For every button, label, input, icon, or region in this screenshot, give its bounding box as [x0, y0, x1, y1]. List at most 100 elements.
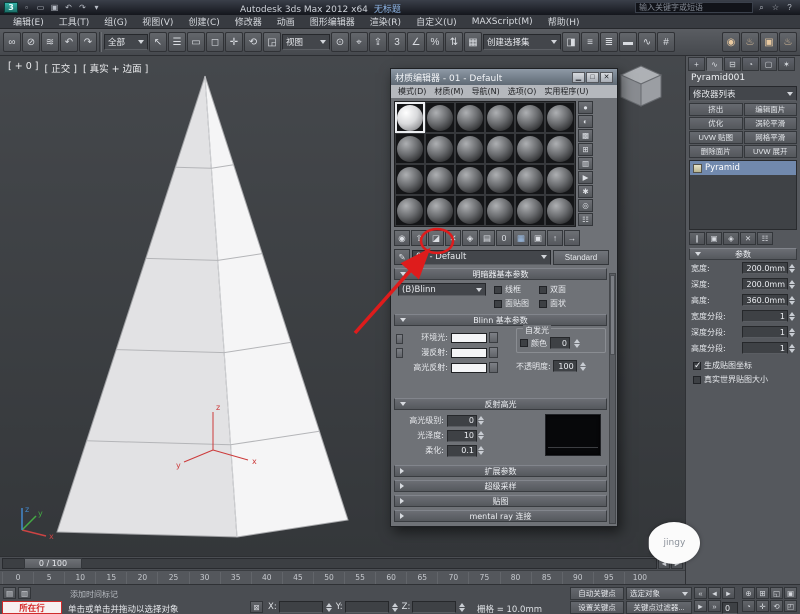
parameter-field[interactable]: 200.0mm: [742, 262, 788, 274]
rollout-header-collapsed[interactable]: 超级采样: [394, 480, 607, 492]
material-editor-menu-item[interactable]: 选项(O): [504, 85, 541, 98]
pick-material-from-object-icon[interactable]: ✎: [394, 249, 410, 265]
rectangular-selection-region-icon[interactable]: ▭: [187, 32, 205, 52]
snaps-toggle-icon[interactable]: 3: [388, 32, 406, 52]
specular-field[interactable]: 10: [447, 430, 477, 442]
spinner[interactable]: [789, 328, 795, 337]
make-preview-icon[interactable]: ▶: [578, 171, 593, 184]
unlink-selection-icon[interactable]: ⊘: [22, 32, 40, 52]
time-slider-handle[interactable]: 0 / 100: [24, 558, 82, 569]
rollout-header-specular-highlights[interactable]: 反射高光: [394, 398, 607, 410]
material-slot[interactable]: [515, 164, 545, 195]
sample-uv-tiling-icon[interactable]: ⊞: [578, 143, 593, 156]
specular-field[interactable]: 0: [447, 415, 477, 427]
parameter-field[interactable]: 200.0mm: [742, 278, 788, 290]
orbit-icon[interactable]: ⟲: [770, 600, 783, 612]
material-slot[interactable]: [455, 133, 485, 164]
spinner[interactable]: [789, 344, 795, 353]
go-to-parent-icon[interactable]: ↑: [547, 230, 563, 246]
material-slot[interactable]: [545, 164, 575, 195]
zoom-icon[interactable]: ⊕: [742, 587, 755, 599]
material-slot[interactable]: [425, 195, 455, 226]
spinner[interactable]: [789, 296, 795, 305]
track-bar[interactable]: 0510152025303540455055606570758085909510…: [0, 570, 685, 584]
rollout-header-collapsed[interactable]: mental ray 连接: [394, 510, 607, 522]
material-slot[interactable]: [395, 164, 425, 195]
configure-modifier-sets-icon[interactable]: ☷: [757, 232, 773, 245]
spinner[interactable]: [789, 264, 795, 273]
zoom-all-icon[interactable]: ⊞: [756, 587, 769, 599]
coordinate-input[interactable]: [412, 601, 456, 613]
modifier-button[interactable]: 删除面片: [689, 145, 743, 158]
rollout-header-parameters[interactable]: 参数: [689, 248, 797, 260]
search-icon[interactable]: ⌕: [755, 2, 768, 14]
keyboard-shortcut-override-icon[interactable]: ⇪: [369, 32, 387, 52]
material-slot[interactable]: [455, 164, 485, 195]
redo-icon[interactable]: ↷: [79, 32, 97, 52]
map-shortcut-button[interactable]: [489, 347, 498, 358]
map-shortcut-button[interactable]: [489, 332, 498, 343]
select-and-move-icon[interactable]: ✛: [225, 32, 243, 52]
select-and-scale-icon[interactable]: ◲: [263, 32, 281, 52]
material-id-channel-icon[interactable]: 0: [496, 230, 512, 246]
material-slot[interactable]: [485, 102, 515, 133]
menu-item[interactable]: 帮助(H): [541, 15, 587, 29]
material-editor-menu-item[interactable]: 材质(M): [430, 85, 467, 98]
spinner[interactable]: [789, 312, 795, 321]
go-to-start-icon[interactable]: «: [694, 587, 707, 599]
pan-icon[interactable]: ✛: [756, 600, 769, 612]
material-slot[interactable]: [545, 133, 575, 164]
menu-item[interactable]: 动画: [270, 15, 302, 29]
select-and-rotate-icon[interactable]: ⟲: [244, 32, 262, 52]
mirror-icon[interactable]: ◨: [562, 32, 580, 52]
tab-modify[interactable]: ∿: [706, 57, 723, 71]
backlight-icon[interactable]: ◐: [578, 115, 593, 128]
show-end-result-stack-icon[interactable]: ▣: [706, 232, 722, 245]
rollout-header-collapsed[interactable]: 贴图: [394, 495, 607, 507]
viewport-label[interactable]: [ + 0 ][ 正交 ][ 真实 + 边面 ]: [8, 61, 148, 75]
key-filters-button[interactable]: 关键点过滤器...: [626, 601, 692, 614]
remove-modifier-icon[interactable]: ✕: [740, 232, 756, 245]
modifier-button[interactable]: 涡轮平滑: [744, 117, 798, 130]
rollout-header-shader-basic[interactable]: 明暗器基本参数: [394, 268, 607, 280]
shader-option-checkbox[interactable]: 面状: [539, 298, 566, 309]
go-forward-to-sibling-icon[interactable]: →: [564, 230, 580, 246]
modifier-button[interactable]: 编辑面片: [744, 103, 798, 116]
background-icon[interactable]: ▩: [578, 129, 593, 142]
bind-to-space-warp-icon[interactable]: ≋: [41, 32, 59, 52]
angle-snap-icon[interactable]: ∠: [407, 32, 425, 52]
modifier-button[interactable]: UVW 贴图: [689, 131, 743, 144]
parameter-checkbox[interactable]: 真实世界贴图大小: [693, 374, 793, 385]
material-slot[interactable]: [395, 195, 425, 226]
material-slot[interactable]: [515, 102, 545, 133]
modifier-list-dropdown[interactable]: 修改器列表: [689, 86, 797, 101]
menu-item[interactable]: 编辑(E): [6, 15, 51, 29]
material-slot[interactable]: [425, 133, 455, 164]
menu-item[interactable]: 组(G): [97, 15, 134, 29]
material-slot[interactable]: [515, 133, 545, 164]
show-end-result-icon[interactable]: ▣: [530, 230, 546, 246]
material-slot[interactable]: [485, 133, 515, 164]
spinner[interactable]: [478, 416, 484, 425]
window-crossing-icon[interactable]: ◻: [206, 32, 224, 52]
opacity-field[interactable]: 100: [553, 360, 577, 372]
auto-key-button[interactable]: 自动关键点: [570, 587, 624, 600]
menu-item[interactable]: 视图(V): [135, 15, 180, 29]
menu-item[interactable]: 工具(T): [52, 15, 97, 29]
add-time-tag[interactable]: 添加时间标记: [70, 589, 118, 600]
pin-stack-icon[interactable]: ∥: [689, 232, 705, 245]
coordinate-input[interactable]: [279, 601, 323, 613]
reference-coordinate-dropdown[interactable]: 视图: [282, 34, 330, 50]
align-icon[interactable]: ≡: [581, 32, 599, 52]
tab-create[interactable]: +: [688, 57, 705, 71]
color-swatch[interactable]: [451, 333, 487, 343]
workspace-dropdown-icon[interactable]: ▾: [90, 2, 103, 14]
modifier-button[interactable]: 网格平滑: [744, 131, 798, 144]
undo-icon[interactable]: ↶: [60, 32, 78, 52]
save-file-icon[interactable]: ▣: [48, 2, 61, 14]
spinner[interactable]: [392, 603, 398, 612]
make-material-copy-icon[interactable]: ◈: [462, 230, 478, 246]
timeline-next-icon[interactable]: ►: [671, 558, 683, 569]
spinner[interactable]: [580, 362, 586, 371]
sample-type-icon[interactable]: ●: [578, 101, 593, 114]
